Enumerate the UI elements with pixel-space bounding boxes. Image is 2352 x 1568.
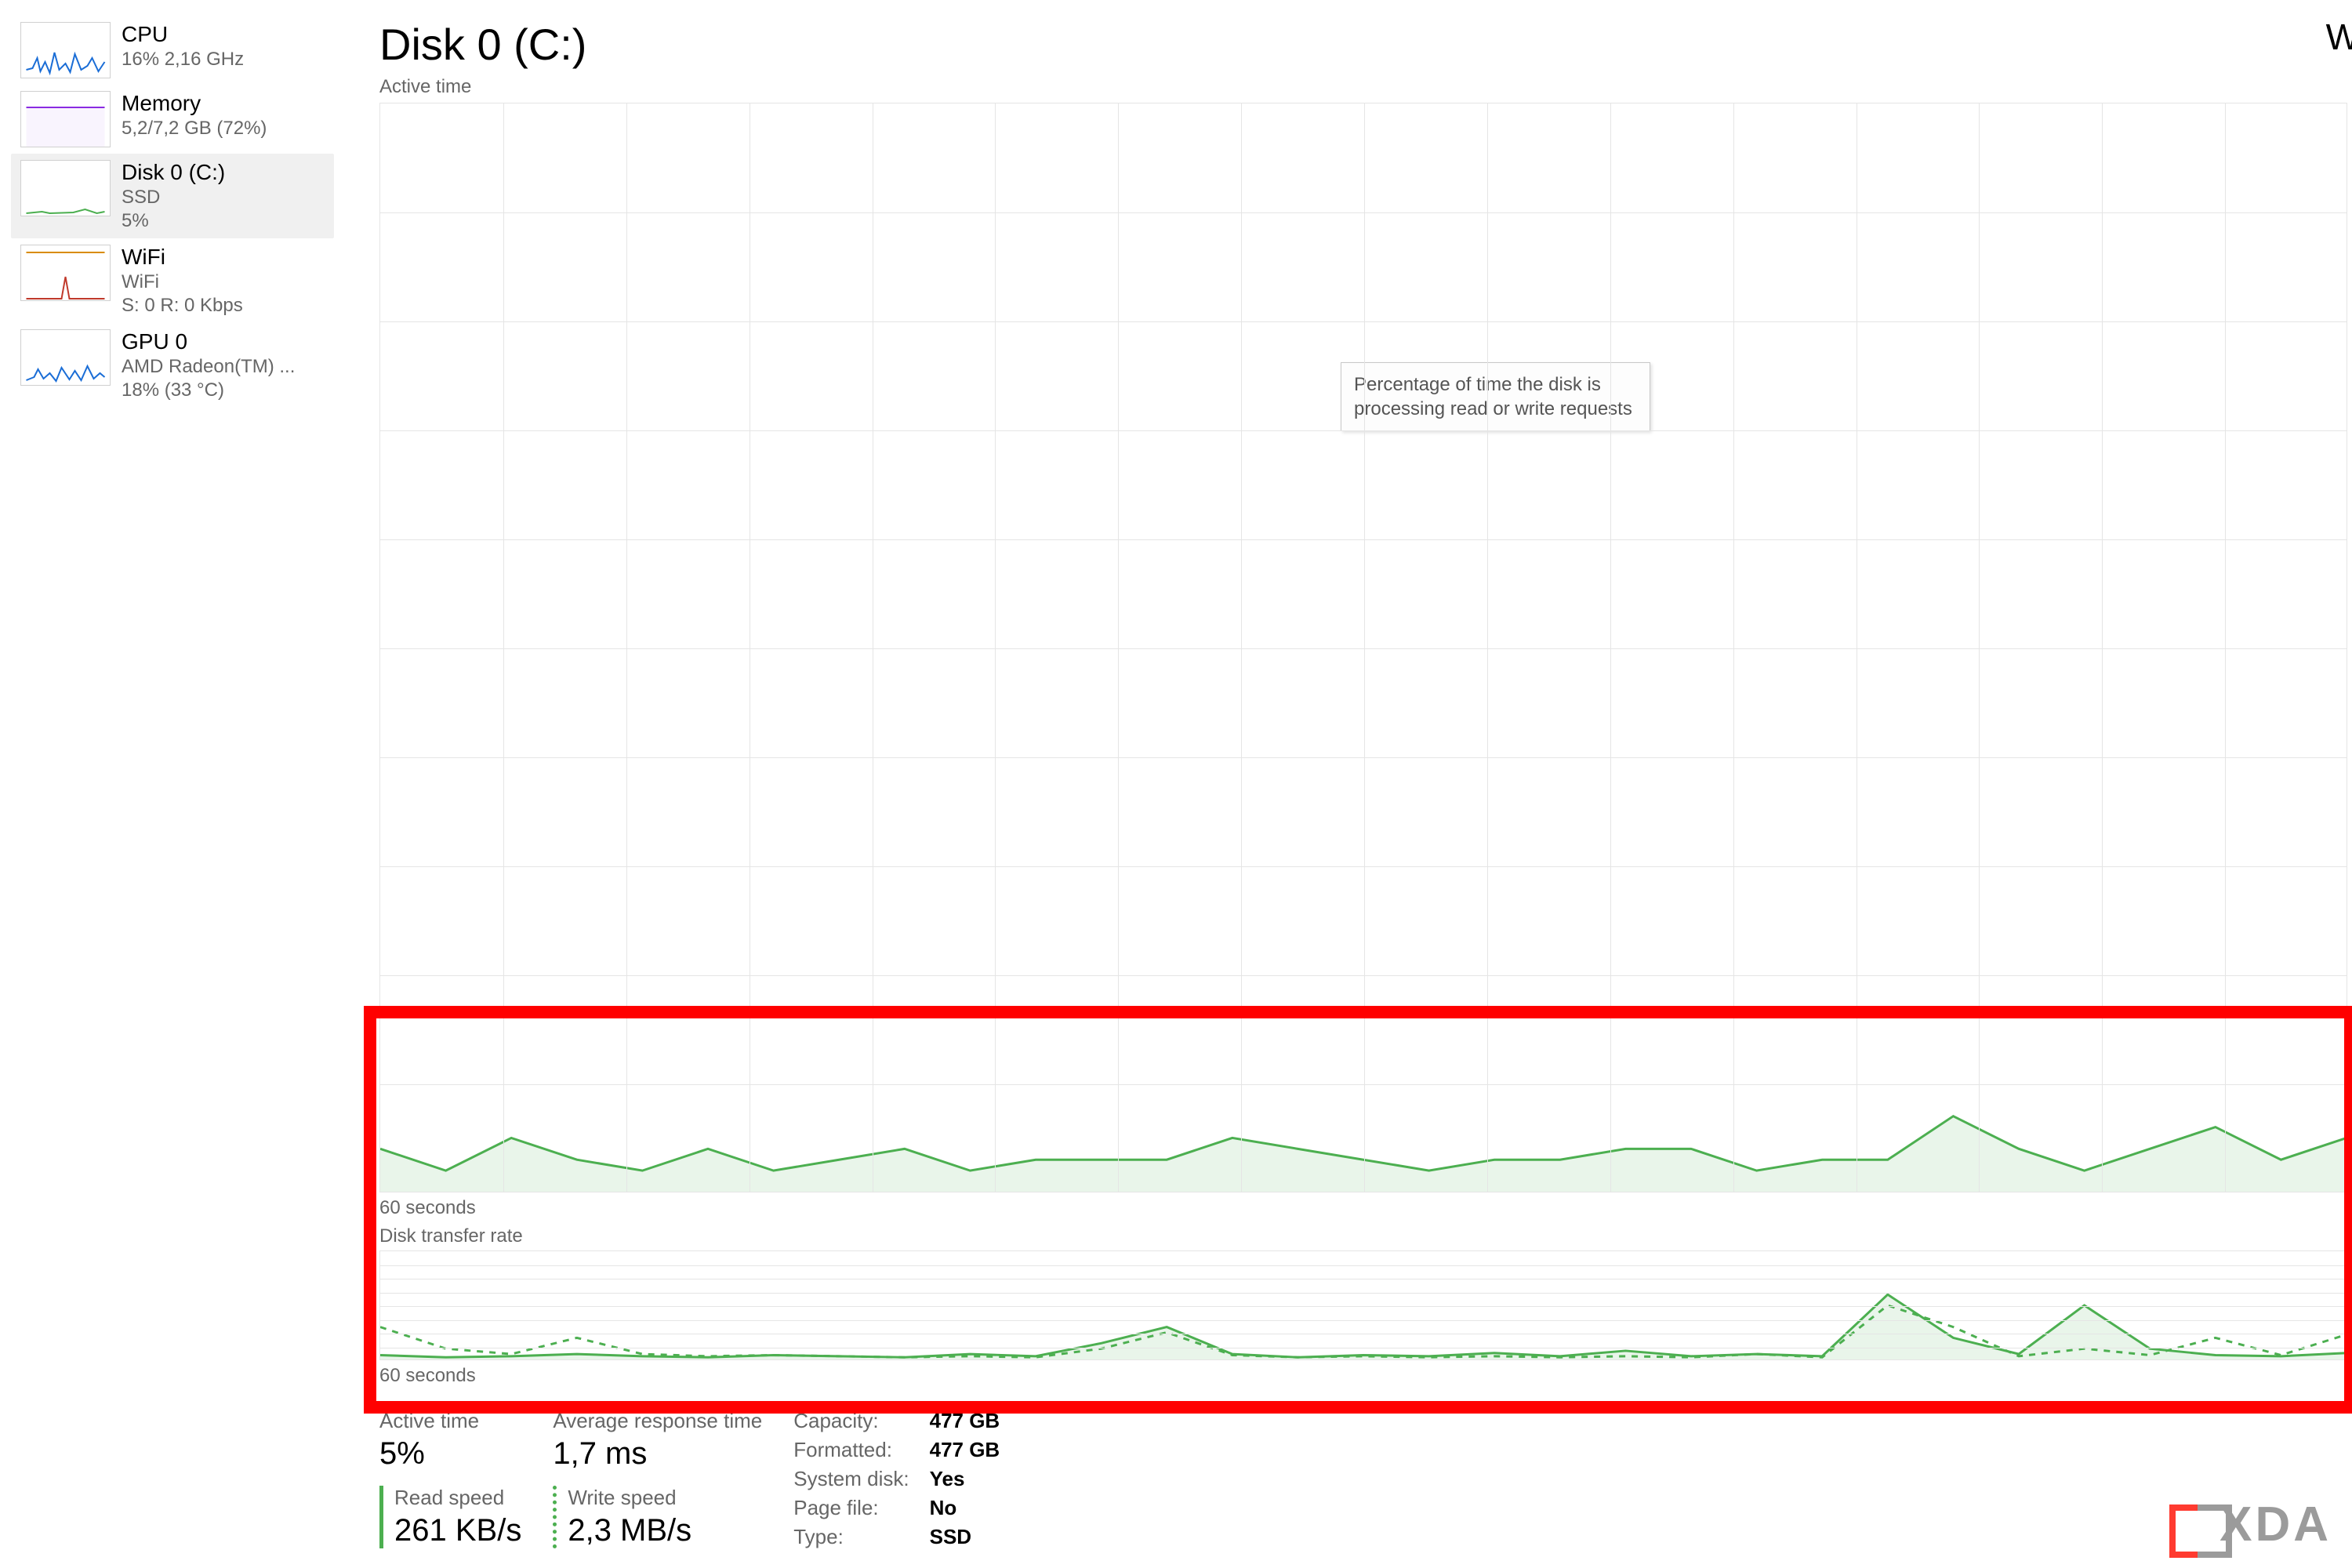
- sidebar-item-title: Disk 0 (C:): [122, 160, 225, 185]
- xda-watermark: XDA: [2183, 1497, 2332, 1552]
- xda-logo-icon: [2183, 1500, 2218, 1550]
- active-time-chart[interactable]: Percentage of time the disk is processin…: [379, 103, 2347, 1192]
- page-title: Disk 0 (C:): [379, 19, 2352, 70]
- sidebar-item-title: GPU 0: [122, 329, 295, 354]
- sidebar-item-title: Memory: [122, 91, 267, 116]
- sidebar-item-title: WiFi: [122, 245, 243, 270]
- main-chart-area: Percentage of time the disk is processin…: [379, 103, 2352, 1387]
- stat-value: 261 KB/s: [394, 1513, 521, 1548]
- transfer-rate-plot: [380, 1251, 2347, 1359]
- transfer-rate-chart[interactable]: [379, 1250, 2347, 1360]
- stat-read-speed: Read speed 261 KB/s: [379, 1486, 521, 1548]
- sidebar-item-sub: 5,2/7,2 GB (72%): [122, 118, 267, 140]
- info-value: 477 GB: [930, 1409, 1000, 1433]
- info-value: No: [930, 1496, 1000, 1520]
- stat-avg-rt: Average response time 1,7 ms Write speed…: [553, 1409, 762, 1549]
- stat-label: Active time: [379, 1409, 521, 1433]
- sidebar-thumb-icon: [20, 329, 111, 386]
- info-key: Capacity:: [793, 1409, 909, 1433]
- active-time-axis: 60 seconds: [379, 1197, 2352, 1219]
- info-value: SSD: [930, 1525, 1000, 1549]
- cropped-letter: W: [2326, 16, 2352, 58]
- info-key: Formatted:: [793, 1438, 909, 1462]
- stat-active-time: Active time 5% Read speed 261 KB/s: [379, 1409, 521, 1549]
- stat-label: Write speed: [568, 1486, 762, 1510]
- perf-main: Disk 0 (C:) Active time Percentage of ti…: [345, 0, 2352, 1568]
- stat-label: Average response time: [553, 1409, 762, 1433]
- sidebar-thumb-icon: [20, 91, 111, 147]
- stat-value: 2,3 MB/s: [568, 1513, 762, 1548]
- perf-sidebar: CPU16% 2,16 GHzMemory5,2/7,2 GB (72%)Dis…: [0, 0, 345, 1568]
- sidebar-item-sub: 5%: [122, 210, 225, 232]
- sidebar-item-gpu-0[interactable]: GPU 0AMD Radeon(TM) ...18% (33 °C): [11, 323, 334, 408]
- info-key: Type:: [793, 1525, 909, 1549]
- sidebar-item-sub: S: 0 R: 0 Kbps: [122, 295, 243, 317]
- sidebar-item-memory[interactable]: Memory5,2/7,2 GB (72%): [11, 85, 334, 154]
- watermark-text: XDA: [2220, 1497, 2332, 1552]
- stat-write-speed: Write speed 2,3 MB/s: [553, 1486, 762, 1548]
- sidebar-thumb-icon: [20, 160, 111, 216]
- chart-transfer-label: Disk transfer rate: [379, 1225, 2352, 1247]
- info-key: Page file:: [793, 1496, 909, 1520]
- chart-tooltip: Percentage of time the disk is processin…: [1341, 362, 1650, 431]
- sidebar-item-sub: 16% 2,16 GHz: [122, 49, 244, 71]
- sidebar-thumb-icon: [20, 245, 111, 301]
- stat-label: Read speed: [394, 1486, 521, 1510]
- transfer-rate-axis: 60 seconds: [379, 1365, 2352, 1387]
- stat-value: 1,7 ms: [553, 1436, 762, 1472]
- sidebar-thumb-icon: [20, 22, 111, 78]
- sidebar-item-sub: SSD: [122, 187, 225, 209]
- stats-row: Active time 5% Read speed 261 KB/s Avera…: [379, 1409, 2352, 1549]
- stat-value: 5%: [379, 1436, 521, 1472]
- sidebar-item-wifi[interactable]: WiFiWiFiS: 0 R: 0 Kbps: [11, 238, 334, 323]
- info-key: System disk:: [793, 1467, 909, 1491]
- sidebar-item-sub: 18% (33 °C): [122, 379, 295, 401]
- info-value: Yes: [930, 1467, 1000, 1491]
- sidebar-item-sub: AMD Radeon(TM) ...: [122, 356, 295, 378]
- chart-active-time-label: Active time: [379, 76, 2352, 98]
- sidebar-item-disk-0-c-[interactable]: Disk 0 (C:)SSD5%: [11, 154, 334, 238]
- sidebar-item-cpu[interactable]: CPU16% 2,16 GHz: [11, 16, 334, 85]
- sidebar-item-sub: WiFi: [122, 271, 243, 293]
- sidebar-item-title: CPU: [122, 22, 244, 47]
- info-value: 477 GB: [930, 1438, 1000, 1462]
- disk-info-table: Capacity: 477 GB Formatted: 477 GB System di…: [793, 1409, 1000, 1549]
